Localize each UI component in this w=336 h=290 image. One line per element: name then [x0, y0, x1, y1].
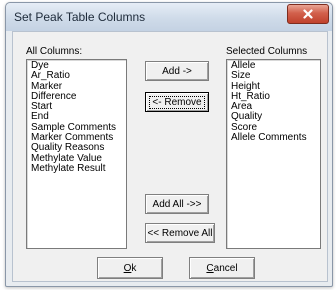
- dialog-title: Set Peak Table Columns: [14, 10, 146, 24]
- ok-button[interactable]: Ok: [97, 257, 163, 279]
- list-item[interactable]: Allele Comments: [227, 132, 320, 143]
- add-all-button[interactable]: Add All ->>: [145, 194, 209, 214]
- all-columns-listbox[interactable]: Dye Ar_Ratio Marker Difference Start End Sampl…: [26, 59, 127, 249]
- add-button[interactable]: Add ->: [145, 61, 209, 81]
- remove-all-button[interactable]: << Remove All: [145, 223, 215, 243]
- title-bar[interactable]: Set Peak Table Columns: [6, 3, 332, 31]
- all-columns-label: All Columns:: [26, 46, 83, 57]
- dialog-client-area: All Columns: Dye Ar_Ratio Marker Difference…: [12, 31, 328, 282]
- selected-columns-label: Selected Columns: [226, 46, 308, 57]
- dialog-window: Set Peak Table Columns All Columns: Dye A…: [5, 2, 333, 287]
- selected-columns-listbox[interactable]: Allele Size Height Ht_Ratio Area Quality Score…: [226, 59, 321, 249]
- remove-button[interactable]: <- Remove: [145, 92, 209, 112]
- cancel-label: Cancel: [206, 262, 238, 274]
- close-x-icon: [303, 9, 313, 19]
- ok-label: Ok: [123, 262, 137, 274]
- cancel-button[interactable]: Cancel: [189, 257, 255, 279]
- close-button[interactable]: [287, 4, 329, 24]
- list-item[interactable]: Methylate Result: [27, 163, 126, 174]
